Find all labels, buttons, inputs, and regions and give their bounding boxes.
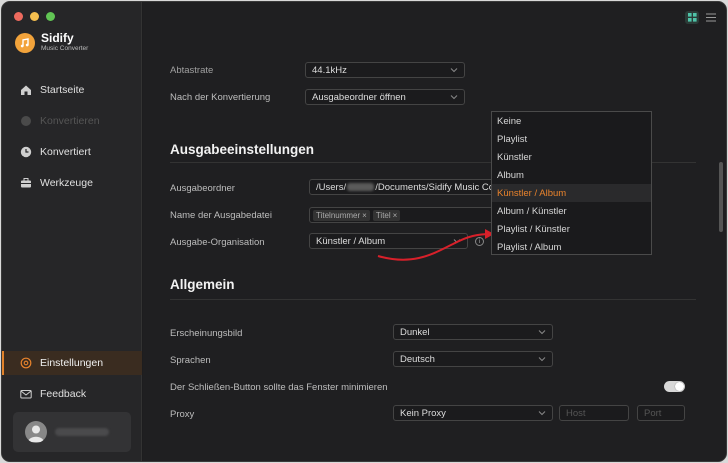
dropdown-option-selected[interactable]: Künstler / Album xyxy=(492,184,651,202)
sidebar-item-feedback[interactable]: Feedback xyxy=(2,382,142,406)
appearance-value: Dunkel xyxy=(400,326,430,338)
chevron-down-icon xyxy=(538,411,546,416)
output-filename-label: Name der Ausgabedatei xyxy=(170,210,272,221)
organization-label: Ausgabe-Organisation xyxy=(170,237,265,248)
filename-tag[interactable]: Titel × xyxy=(372,209,401,221)
sidebar-item-konvertieren[interactable]: Konvertieren xyxy=(2,109,142,133)
close-window-button[interactable] xyxy=(14,12,23,21)
sidebar-item-label: Einstellungen xyxy=(40,357,104,369)
bitrate-label: Abtastrate xyxy=(170,65,214,76)
dropdown-option[interactable]: Playlist / Album xyxy=(492,238,651,256)
proxy-host-placeholder: Host xyxy=(566,407,586,419)
sidebar-item-einstellungen[interactable]: Einstellungen xyxy=(2,351,142,375)
after-conversion-select[interactable]: Ausgabeordner öffnen xyxy=(305,89,465,105)
dropdown-option[interactable]: Keine xyxy=(492,112,651,130)
clock-icon xyxy=(20,146,32,158)
output-folder-label: Ausgabeordner xyxy=(170,183,235,194)
filename-tag-label: Titel xyxy=(375,210,391,220)
remove-tag-icon[interactable]: × xyxy=(362,211,367,220)
bitrate-select[interactable]: 44.1kHz xyxy=(305,62,465,78)
convert-icon xyxy=(20,115,32,127)
scrollbar[interactable] xyxy=(719,162,723,232)
bitrate-value: 44.1kHz xyxy=(312,64,347,76)
user-account[interactable] xyxy=(13,412,131,452)
dropdown-option[interactable]: Künstler xyxy=(492,148,651,166)
appearance-label: Erscheinungsbild xyxy=(170,328,243,339)
annotation-arrow-icon xyxy=(377,229,494,261)
username-redacted xyxy=(347,183,375,191)
sidebar-item-label: Konvertieren xyxy=(40,115,100,127)
sidebar-item-konvertiert[interactable]: Konvertiert xyxy=(2,140,142,164)
general-settings-title: Allgemein xyxy=(170,277,235,292)
proxy-port-input[interactable]: Port xyxy=(637,405,685,421)
sidify-logo-icon xyxy=(15,32,35,53)
close-minimize-label: Der Schließen-Button sollte das Fenster … xyxy=(170,382,388,393)
after-conversion-value: Ausgabeordner öffnen xyxy=(312,91,406,103)
dropdown-option[interactable]: Album / Künstler xyxy=(492,202,651,220)
output-folder-input[interactable]: /Users/ /Documents/Sidify Music Co xyxy=(309,179,495,195)
filename-tag-label: Titelnummer xyxy=(316,210,361,220)
output-folder-prefix: /Users/ xyxy=(316,181,347,193)
chevron-down-icon xyxy=(450,68,458,73)
dropdown-option[interactable]: Playlist / Künstler xyxy=(492,220,651,238)
proxy-host-input[interactable]: Host xyxy=(559,405,629,421)
window-controls xyxy=(14,12,55,21)
menu-icon[interactable] xyxy=(704,11,718,24)
language-select[interactable]: Deutsch xyxy=(393,351,553,367)
sidebar-item-label: Startseite xyxy=(40,84,85,96)
sidebar: Sidify Music Converter Startseite Konver… xyxy=(2,2,142,461)
output-settings-title: Ausgabeeinstellungen xyxy=(170,142,315,157)
mail-icon xyxy=(20,388,32,400)
organization-dropdown: Keine Playlist Künstler Album Künstler /… xyxy=(491,111,652,255)
user-name-redacted xyxy=(55,428,109,436)
sidebar-item-label: Werkzeuge xyxy=(40,177,93,189)
language-label: Sprachen xyxy=(170,355,211,366)
sidebar-item-werkzeuge[interactable]: Werkzeuge xyxy=(2,171,142,195)
proxy-port-placeholder: Port xyxy=(644,407,662,419)
app-name: Sidify xyxy=(41,31,74,45)
apps-icon[interactable] xyxy=(685,11,699,24)
output-folder-suffix: /Documents/Sidify Music Co xyxy=(375,181,494,193)
proxy-label: Proxy xyxy=(170,409,195,420)
proxy-select[interactable]: Kein Proxy xyxy=(393,405,553,421)
chevron-down-icon xyxy=(538,330,546,335)
dropdown-option[interactable]: Playlist xyxy=(492,130,651,148)
avatar xyxy=(25,421,47,443)
close-minimize-toggle[interactable] xyxy=(664,381,685,392)
app-subtitle: Music Converter xyxy=(41,45,89,52)
dropdown-option[interactable]: Album xyxy=(492,166,651,184)
app-window: Sidify Music Converter Startseite Konver… xyxy=(1,1,727,462)
proxy-value: Kein Proxy xyxy=(400,407,446,419)
maximize-window-button[interactable] xyxy=(46,12,55,21)
language-value: Deutsch xyxy=(400,353,435,365)
divider xyxy=(170,299,696,300)
toolbox-icon xyxy=(20,177,32,189)
home-icon xyxy=(20,84,32,96)
sidebar-item-label: Feedback xyxy=(40,388,87,400)
minimize-window-button[interactable] xyxy=(30,12,39,21)
filename-tag[interactable]: Titelnummer × xyxy=(313,209,370,221)
settings-icon xyxy=(20,357,32,369)
chevron-down-icon xyxy=(450,95,458,100)
remove-tag-icon[interactable]: × xyxy=(393,211,398,220)
sidebar-item-label: Konvertiert xyxy=(40,146,91,158)
sidebar-item-startseite[interactable]: Startseite xyxy=(2,78,142,102)
output-filename-input[interactable]: Titelnummer × Titel × xyxy=(309,207,495,223)
app-logo: Sidify Music Converter xyxy=(15,32,88,53)
after-conversion-label: Nach der Konvertierung xyxy=(170,92,271,103)
chevron-down-icon xyxy=(538,357,546,362)
appearance-select[interactable]: Dunkel xyxy=(393,324,553,340)
